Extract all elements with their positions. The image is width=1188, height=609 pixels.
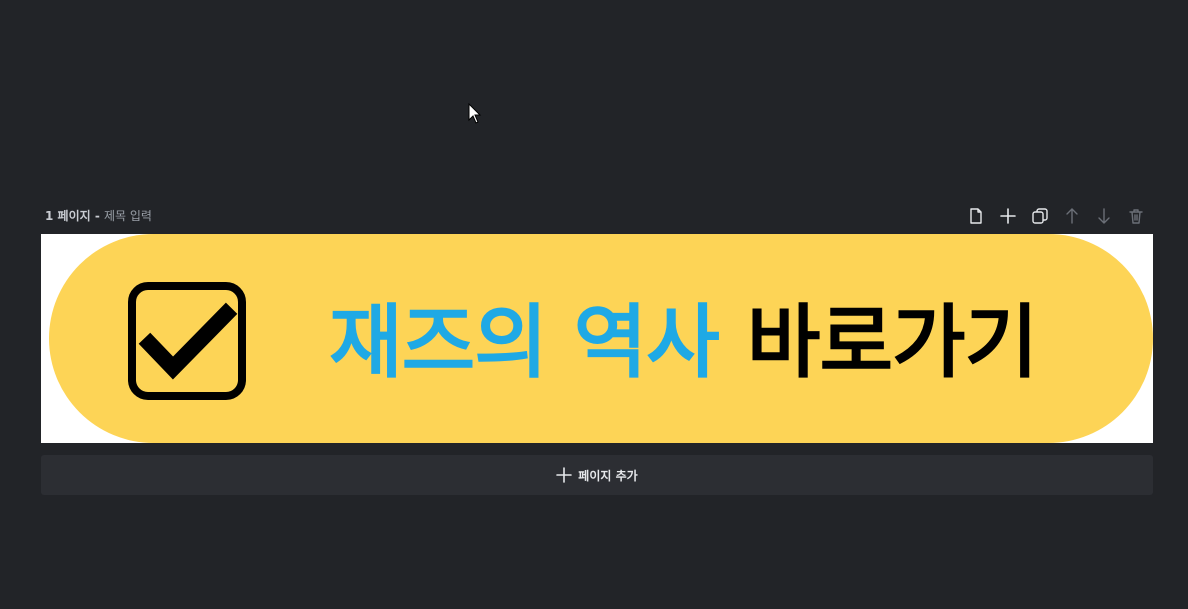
trash-icon: [1129, 209, 1143, 224]
banner-highlight-text: 재즈의 역사: [329, 296, 720, 389]
banner-text: 재즈의 역사 바로가기: [329, 286, 1038, 389]
move-up-button[interactable]: [1059, 205, 1085, 227]
plus-icon: [556, 467, 573, 483]
link-banner[interactable]: 재즈의 역사 바로가기: [49, 234, 1153, 443]
page-title: 1 페이지 - 제목 입력: [45, 208, 152, 224]
page-toolbar: [963, 205, 1149, 227]
new-page-button[interactable]: [963, 205, 989, 227]
duplicate-button[interactable]: [1027, 205, 1053, 227]
page-header: 1 페이지 - 제목 입력: [41, 204, 1153, 228]
page-title-input[interactable]: 제목 입력: [104, 209, 152, 223]
arrow-down-icon: [1098, 208, 1110, 224]
add-button[interactable]: [995, 205, 1021, 227]
duplicate-icon: [1032, 208, 1048, 224]
page-number: 1 페이지: [45, 209, 91, 223]
add-page-button[interactable]: 페이지 추가: [41, 455, 1153, 495]
delete-button[interactable]: [1123, 205, 1149, 227]
move-down-button[interactable]: [1091, 205, 1117, 227]
editor-canvas: 1 페이지 - 제목 입력 재즈의 역사 바로가기 페이지 추가: [0, 0, 1188, 609]
mouse-cursor-icon: [468, 103, 482, 124]
new-page-icon: [970, 208, 982, 224]
arrow-up-icon: [1066, 208, 1078, 224]
banner-link-text: 바로가기: [746, 296, 1038, 389]
checkbox-checked-icon: [128, 282, 246, 400]
plus-icon: [1000, 208, 1016, 224]
title-separator: -: [90, 209, 104, 223]
add-page-label: 페이지 추가: [578, 468, 638, 483]
page-canvas[interactable]: 재즈의 역사 바로가기: [41, 234, 1153, 443]
